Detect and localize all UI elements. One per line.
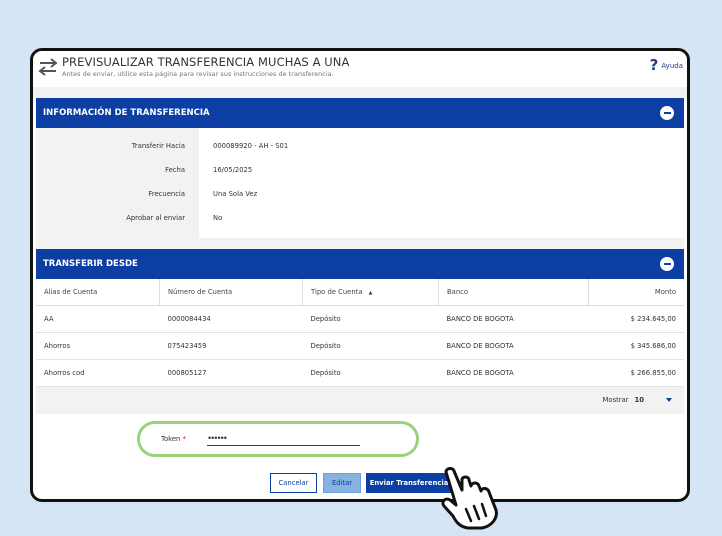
- edit-button[interactable]: Editar: [323, 473, 361, 493]
- transfer-info-body: Transferir Hacia 000089920 - AH - S01 Fe…: [36, 128, 684, 238]
- transfer-info-section: INFORMACIÓN DE TRANSFERENCIA Transferir …: [36, 98, 684, 249]
- info-label: Aprobar al enviar: [126, 214, 185, 222]
- transfer-from-title: TRANSFERIR DESDE: [43, 259, 138, 269]
- page-subtitle: Antes de enviar, utilice esta página par…: [62, 70, 334, 78]
- cell-number: 000805127: [159, 359, 303, 387]
- cell-amount: $ 266.855,00: [588, 359, 684, 387]
- page-header: PREVISUALIZAR TRANSFERENCIA MUCHAS A UNA…: [33, 51, 687, 87]
- info-label: Fecha: [165, 166, 185, 174]
- divider-band: [33, 87, 687, 98]
- info-value: 000089920 - AH - S01: [213, 142, 289, 150]
- help-link[interactable]: ? Ayuda: [650, 58, 683, 73]
- info-value: 16/05/2025: [213, 166, 253, 174]
- page-size-selector[interactable]: Mostrar 10: [603, 396, 644, 404]
- info-value: No: [213, 214, 223, 222]
- info-row: Frecuencia Una Sola Vez: [36, 182, 684, 206]
- table-header-row: Alias de Cuenta Número de Cuenta Tipo de…: [36, 279, 684, 306]
- table-row: Ahorros 075423459 Depósito BANCO DE BOGO…: [36, 332, 684, 360]
- table-footer: Mostrar 10: [36, 387, 684, 414]
- cell-alias: Ahorros: [36, 332, 160, 360]
- divider-band: [36, 238, 684, 249]
- transfer-from-section: TRANSFERIR DESDE Alias de Cuenta Número …: [36, 249, 684, 414]
- cell-amount: $ 345.686,00: [588, 332, 684, 360]
- app-window: PREVISUALIZAR TRANSFERENCIA MUCHAS A UNA…: [30, 48, 690, 502]
- token-label-text: Token: [161, 435, 181, 443]
- column-header-type-label: Tipo de Cuenta: [311, 288, 363, 296]
- column-header-alias[interactable]: Alias de Cuenta: [36, 279, 160, 306]
- cell-type: Depósito: [302, 359, 439, 387]
- cell-bank: BANCO DE BOGOTA: [438, 332, 589, 360]
- page-size-value: 10: [634, 396, 644, 404]
- accounts-table: Alias de Cuenta Número de Cuenta Tipo de…: [36, 279, 684, 387]
- token-label: Token *: [161, 435, 186, 443]
- hand-pointer-icon: [441, 467, 498, 530]
- help-icon: ?: [649, 56, 659, 74]
- table-row: AA 0000084434 Depósito BANCO DE BOGOTA $…: [36, 305, 684, 333]
- transfer-arrows-icon: [38, 58, 58, 76]
- help-label: Ayuda: [661, 61, 683, 70]
- cell-number: 075423459: [159, 332, 303, 360]
- table-row: Ahorros cod 000805127 Depósito BANCO DE …: [36, 359, 684, 387]
- cell-type: Depósito: [302, 332, 439, 360]
- cell-amount: $ 234.645,00: [588, 305, 684, 333]
- cancel-button[interactable]: Cancelar: [270, 473, 317, 493]
- transfer-from-header[interactable]: TRANSFERIR DESDE: [36, 249, 684, 279]
- transfer-info-title: INFORMACIÓN DE TRANSFERENCIA: [43, 108, 210, 118]
- collapse-icon[interactable]: [660, 106, 674, 120]
- info-row: Transferir Hacia 000089920 - AH - S01: [36, 134, 684, 158]
- transfer-info-header[interactable]: INFORMACIÓN DE TRANSFERENCIA: [36, 98, 684, 128]
- cell-alias: AA: [36, 305, 160, 333]
- collapse-icon[interactable]: [660, 257, 674, 271]
- required-mark: *: [182, 435, 186, 443]
- page-title: PREVISUALIZAR TRANSFERENCIA MUCHAS A UNA: [62, 55, 350, 69]
- chevron-down-icon[interactable]: [666, 398, 672, 402]
- info-label: Frecuencia: [148, 190, 185, 198]
- cell-bank: BANCO DE BOGOTA: [438, 359, 589, 387]
- column-header-type[interactable]: Tipo de Cuenta ▲: [302, 279, 439, 306]
- page-size-label: Mostrar: [602, 396, 629, 404]
- info-row: Aprobar al enviar No: [36, 206, 684, 230]
- sort-asc-icon: ▲: [368, 290, 373, 296]
- column-header-bank[interactable]: Banco: [438, 279, 589, 306]
- cell-alias: Ahorros cod: [36, 359, 160, 387]
- info-value: Una Sola Vez: [213, 190, 258, 198]
- cell-type: Depósito: [302, 305, 439, 333]
- token-input[interactable]: [207, 430, 360, 446]
- column-header-amount[interactable]: Monto: [588, 279, 684, 306]
- cell-number: 0000084434: [159, 305, 303, 333]
- info-row: Fecha 16/05/2025: [36, 158, 684, 182]
- column-header-number[interactable]: Número de Cuenta: [159, 279, 303, 306]
- info-label: Transferir Hacia: [131, 142, 185, 150]
- cell-bank: BANCO DE BOGOTA: [438, 305, 589, 333]
